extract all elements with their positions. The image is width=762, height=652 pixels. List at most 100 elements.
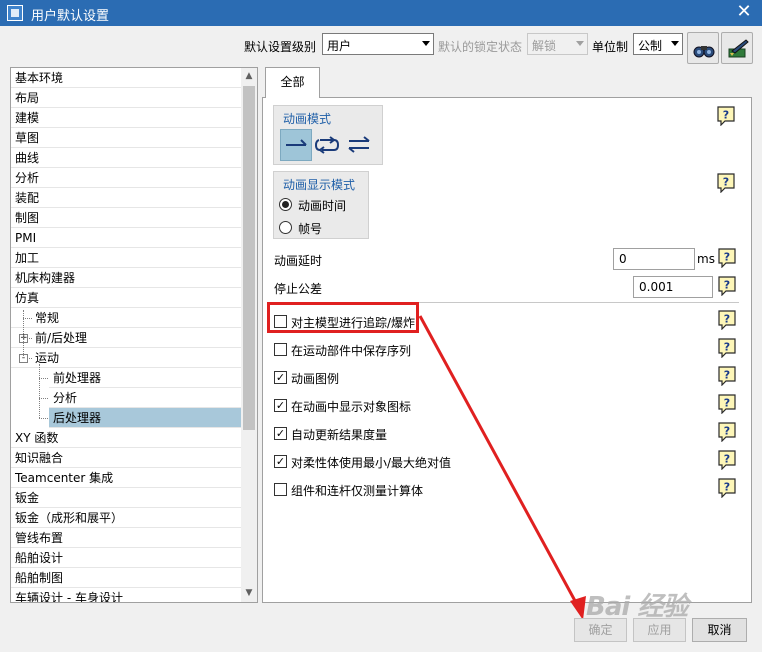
checkbox[interactable]: ✓ bbox=[274, 455, 287, 468]
unit-dropdown[interactable]: 公制 bbox=[633, 33, 683, 55]
tree-item[interactable]: 运动 bbox=[11, 348, 242, 368]
tree-item[interactable]: PMI bbox=[11, 228, 242, 248]
tree-item[interactable]: 仿真 bbox=[11, 288, 242, 308]
checkbox[interactable]: ✓ bbox=[274, 427, 287, 440]
radio-frame-number[interactable] bbox=[279, 221, 292, 234]
tree-item[interactable]: 分析 bbox=[11, 168, 242, 188]
edit-settings-icon bbox=[728, 39, 749, 58]
svg-text:?: ? bbox=[724, 279, 730, 292]
tree-item[interactable]: 制图 bbox=[11, 208, 242, 228]
find-setting-button[interactable] bbox=[687, 32, 719, 64]
help-icon[interactable]: ? bbox=[717, 106, 735, 127]
help-icon[interactable]: ? bbox=[717, 173, 735, 194]
help-icon[interactable]: ? bbox=[718, 422, 736, 443]
tree-item[interactable]: 钣金（成形和展平） bbox=[11, 508, 242, 528]
help-icon[interactable]: ? bbox=[718, 366, 736, 387]
checkbox[interactable] bbox=[274, 483, 287, 496]
checkbox-label: 组件和连杆仅测量计算体 bbox=[291, 484, 424, 498]
tree-item[interactable]: 草图 bbox=[11, 128, 242, 148]
svg-text:?: ? bbox=[723, 176, 729, 189]
tree-item[interactable]: 知识融合 bbox=[11, 448, 242, 468]
tree-item[interactable]: XY 函数 bbox=[11, 428, 242, 448]
tolerance-input[interactable]: 0.001 bbox=[633, 276, 713, 298]
checkbox[interactable] bbox=[274, 343, 287, 356]
chevron-down-icon bbox=[576, 41, 584, 46]
help-icon[interactable]: ? bbox=[718, 338, 736, 359]
svg-text:?: ? bbox=[724, 251, 730, 264]
tab-all[interactable]: 全部 bbox=[265, 67, 320, 98]
delay-label: 动画延时 bbox=[274, 254, 323, 268]
lock-state-value: 解锁 bbox=[532, 39, 557, 53]
checkbox-label: 对柔性体使用最小/最大绝对值 bbox=[291, 456, 452, 470]
tree-line bbox=[39, 398, 48, 399]
level-dropdown[interactable]: 用户 bbox=[322, 33, 434, 55]
scroll-down-icon[interactable]: ▼ bbox=[241, 585, 257, 602]
tree-item[interactable]: 前/后处理 bbox=[11, 328, 242, 348]
help-icon[interactable]: ? bbox=[718, 248, 736, 269]
delay-input[interactable]: 0 bbox=[613, 248, 695, 270]
lock-state-dropdown[interactable]: 解锁 bbox=[527, 33, 588, 55]
cancel-button[interactable]: 取消 bbox=[692, 618, 747, 642]
tree-item[interactable]: 装配 bbox=[11, 188, 242, 208]
unit-label: 单位制 bbox=[592, 40, 629, 54]
tree-line bbox=[39, 378, 48, 379]
svg-text:?: ? bbox=[724, 313, 730, 326]
back-and-forth-arrows-icon[interactable] bbox=[344, 129, 376, 161]
close-icon[interactable]: ✕ bbox=[734, 2, 754, 22]
scroll-thumb[interactable] bbox=[243, 86, 255, 430]
tree-item[interactable]: 分析 bbox=[49, 388, 242, 408]
level-label: 默认设置级别 bbox=[244, 40, 317, 54]
edit-settings-button[interactable] bbox=[721, 32, 753, 64]
tree-item[interactable]: 加工 bbox=[11, 248, 242, 268]
scroll-up-icon[interactable]: ▲ bbox=[241, 68, 257, 85]
help-icon[interactable]: ? bbox=[718, 450, 736, 471]
tree-item[interactable]: 基本环境 bbox=[11, 68, 242, 88]
svg-text:?: ? bbox=[724, 397, 730, 410]
checkbox[interactable]: ✓ bbox=[274, 371, 287, 384]
checkbox-label: 自动更新结果度量 bbox=[291, 428, 388, 442]
svg-text:?: ? bbox=[724, 369, 730, 382]
tree-item[interactable]: 常规 bbox=[11, 308, 242, 328]
tree-item[interactable]: Teamcenter 集成 bbox=[11, 468, 242, 488]
display-mode-group: 动画显示模式 动画时间 帧号 bbox=[273, 171, 369, 239]
tree-item[interactable]: 钣金 bbox=[11, 488, 242, 508]
tree-item[interactable]: 船舶设计 bbox=[11, 548, 242, 568]
radio-animation-time[interactable] bbox=[279, 198, 292, 211]
tree-item[interactable]: 曲线 bbox=[11, 148, 242, 168]
unit-dropdown-value: 公制 bbox=[638, 39, 663, 53]
tree-item[interactable]: 车辆设计 - 车身设计 bbox=[11, 588, 242, 602]
tree-line bbox=[23, 318, 32, 319]
tree-item[interactable]: 前处理器 bbox=[49, 368, 242, 388]
tree-item[interactable]: 船舶制图 bbox=[11, 568, 242, 588]
apply-button[interactable]: 应用 bbox=[633, 618, 686, 642]
loop-arrows-icon[interactable] bbox=[312, 129, 344, 161]
tab-content: 动画模式 ? 动画显示模式 动画时间 帧号 ? 动画延时 0 ms ? 停止公差… bbox=[262, 97, 752, 603]
tree-item[interactable]: 管线布置 bbox=[11, 528, 242, 548]
chevron-down-icon bbox=[422, 41, 430, 46]
tree-item[interactable]: 机床构建器 bbox=[11, 268, 242, 288]
tree-scrollbar[interactable]: ▲ ▼ bbox=[241, 68, 257, 602]
svg-text:?: ? bbox=[723, 109, 729, 122]
ok-button[interactable]: 确定 bbox=[574, 618, 627, 642]
help-icon[interactable]: ? bbox=[718, 310, 736, 331]
checkbox[interactable]: ✓ bbox=[274, 399, 287, 412]
tree-line bbox=[23, 310, 24, 358]
svg-text:?: ? bbox=[724, 453, 730, 466]
tree-item[interactable]: 后处理器 bbox=[49, 408, 242, 428]
title-bar: 用户默认设置 ✕ bbox=[0, 0, 762, 26]
svg-text:?: ? bbox=[724, 481, 730, 494]
help-icon[interactable]: ? bbox=[718, 394, 736, 415]
help-icon[interactable]: ? bbox=[718, 276, 736, 297]
tree-item[interactable]: 建模 bbox=[11, 108, 242, 128]
level-dropdown-value: 用户 bbox=[327, 39, 352, 53]
one-way-arrow-icon[interactable] bbox=[280, 129, 312, 161]
app-icon bbox=[7, 5, 23, 21]
help-icon[interactable]: ? bbox=[718, 478, 736, 499]
tree-item[interactable]: 布局 bbox=[11, 88, 242, 108]
settings-tree[interactable]: 基本环境 布局 建模 草图 曲线 分析 装配 制图 PMI 加工 机床构建器 仿真 常规 前/后处理 + 运动… bbox=[10, 67, 258, 603]
radio-animation-time-label: 动画时间 bbox=[298, 199, 347, 213]
animation-mode-group: 动画模式 bbox=[273, 105, 383, 165]
checkbox-label: 在动画中显示对象图标 bbox=[291, 400, 412, 414]
lock-state-label: 默认的锁定状态 bbox=[438, 40, 523, 54]
svg-text:?: ? bbox=[724, 425, 730, 438]
